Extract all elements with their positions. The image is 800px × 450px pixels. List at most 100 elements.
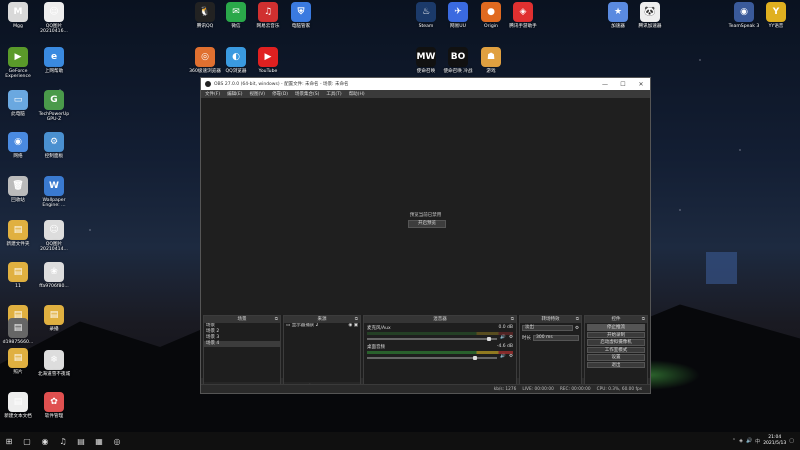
- eye-icon[interactable]: ◉: [348, 323, 352, 328]
- desktop-icon[interactable]: 🗑 回收站: [0, 176, 36, 203]
- desktop-icon[interactable]: ☗ 游戏: [473, 47, 509, 74]
- enable-preview-button[interactable]: 开启预览: [408, 220, 446, 228]
- clock[interactable]: 21:04 2021/5/13: [763, 435, 786, 447]
- desktop-icon[interactable]: ☺ QQ图片20210416...: [36, 2, 72, 34]
- taskbar-app-icon[interactable]: ♫: [54, 434, 72, 448]
- desktop-icon[interactable]: MW 使命召唤: [408, 47, 444, 74]
- desktop-icon[interactable]: ♨ Steam: [408, 2, 444, 29]
- desktop-icon-label: 微信: [231, 24, 241, 29]
- speaker-icon[interactable]: 🔊: [500, 335, 506, 340]
- mixer-title: 混音器: [433, 317, 447, 322]
- settings-button[interactable]: 设置: [587, 354, 645, 361]
- menu-tools[interactable]: 工具(T): [326, 91, 341, 97]
- gear-icon[interactable]: ⚙: [509, 354, 513, 359]
- volume-icon[interactable]: 🔊: [746, 438, 752, 444]
- app-icon: 🗑: [8, 176, 28, 196]
- desktop-icon-label: TechPowerUp GPU-Z: [38, 112, 70, 122]
- desktop-icon[interactable]: G TechPowerUp GPU-Z: [36, 90, 72, 122]
- source-item[interactable]: ▭ 显示器捕获 2 ◉ ▣: [284, 323, 360, 329]
- desktop-icon-label: 回收站: [11, 198, 25, 203]
- desktop-icon-label: YouTube: [258, 69, 278, 74]
- tray-chevron-icon[interactable]: ⌃: [732, 438, 736, 444]
- taskbar-app-icon[interactable]: ◎: [108, 434, 126, 448]
- desktop-icon[interactable]: ◐ QQ浏览器: [218, 47, 254, 74]
- desktop-icon[interactable]: ✈ 网易UU: [440, 2, 476, 29]
- desktop-icon[interactable]: ♫ 网易云音乐: [250, 2, 286, 29]
- desktop-icon[interactable]: ☺ QQ图片20210414...: [36, 220, 72, 252]
- desktop-icon-label: 加速器: [611, 24, 625, 29]
- dock-float-icon[interactable]: ⧉: [355, 316, 358, 323]
- dock-float-icon[interactable]: ⧉: [642, 316, 645, 323]
- exit-button[interactable]: 退出: [587, 361, 645, 368]
- desktop-icon[interactable]: ⚙ 控制面板: [36, 132, 72, 159]
- scene-item-selected[interactable]: 场景 4: [204, 341, 280, 347]
- desktop-icon[interactable]: ▤ 录播: [36, 305, 72, 332]
- volume-slider[interactable]: [367, 336, 498, 341]
- taskbar-app-icon[interactable]: ▦: [90, 434, 108, 448]
- desktop-icon[interactable]: ★ 加速器: [600, 2, 636, 29]
- desktop-icon[interactable]: e 上网帮助: [36, 47, 72, 74]
- menu-view[interactable]: 视图(V): [249, 91, 265, 97]
- desktop-icon[interactable]: ◉ TeamSpeak 3: [726, 2, 762, 29]
- notification-icon[interactable]: ▢: [789, 438, 794, 444]
- start-recording-button[interactable]: 开始录制: [587, 331, 645, 338]
- taskbar-app-icon[interactable]: ▤: [72, 434, 90, 448]
- network-icon[interactable]: ◈: [739, 438, 743, 444]
- maximize-button[interactable]: ☐: [614, 81, 632, 88]
- stop-stream-button[interactable]: 停止推流: [587, 324, 645, 331]
- menu-scene-collection[interactable]: 场景集合(S): [295, 91, 319, 97]
- gear-icon[interactable]: ⚙: [509, 335, 513, 340]
- desktop-icon[interactable]: ● Origin: [473, 2, 509, 29]
- minimize-button[interactable]: —: [596, 81, 614, 88]
- desktop-icon[interactable]: ▤ 11: [0, 262, 36, 289]
- close-button[interactable]: ✕: [632, 81, 650, 88]
- lock-icon[interactable]: ▣: [354, 323, 358, 328]
- transition-select[interactable]: 淡出: [522, 325, 573, 331]
- menu-help[interactable]: 帮助(H): [349, 91, 365, 97]
- obs-titlebar[interactable]: OBS 27.0.0 (64-bit, windows) - 配置文件: 未命名…: [201, 78, 650, 90]
- app-icon: ◎: [195, 47, 215, 67]
- desktop-icon[interactable]: ▤ 新建文件夹: [0, 220, 36, 247]
- speaker-icon[interactable]: 🔊: [500, 354, 506, 359]
- start-button[interactable]: ⊞: [0, 434, 18, 448]
- desktop-icon[interactable]: ◉ 网络: [0, 132, 36, 159]
- volume-slider[interactable]: [367, 355, 498, 360]
- desktop-icon[interactable]: Y YY语音: [758, 2, 794, 29]
- taskbar-app-icon[interactable]: ◉: [36, 434, 54, 448]
- status-cpu: CPU: 0.3%, 60.00 fps: [596, 386, 642, 392]
- desktop-icon[interactable]: BO 使命召唤 冷战: [440, 47, 476, 74]
- desktop-icon[interactable]: M Mgg: [0, 2, 36, 29]
- desktop-icon[interactable]: ▤ d19875660...: [0, 318, 36, 345]
- app-icon: ⛨: [291, 2, 311, 22]
- studio-mode-button[interactable]: 工作室模式: [587, 346, 645, 353]
- desktop-icon[interactable]: ❄ 北海道雪不夜城: [36, 350, 72, 377]
- menu-file[interactable]: 文件(F): [205, 91, 220, 97]
- menu-dock[interactable]: 停靠(D): [272, 91, 288, 97]
- dock-float-icon[interactable]: ⧉: [275, 316, 278, 323]
- taskbar-app-icon[interactable]: ▢: [18, 434, 36, 448]
- ime-icon[interactable]: 中: [755, 438, 760, 445]
- docks-area: 场景⧉ 场景 场景 2 场景 3 场景 4 + − ⌃ ⌄ 来源⧉ ▭ 显示器捕…: [203, 315, 648, 393]
- desktop-icon[interactable]: ▭ 此电脑: [0, 90, 36, 117]
- desktop-icon[interactable]: ▤ 新建文本文档: [0, 392, 36, 419]
- desktop-icon[interactable]: W Wallpaper Engine: ...: [36, 176, 72, 208]
- desktop-icon[interactable]: ▶ GeForce Experience: [0, 47, 36, 79]
- menu-edit[interactable]: 编辑(E): [227, 91, 242, 97]
- desktop-icon[interactable]: ▶ YouTube: [250, 47, 286, 74]
- desktop-icon[interactable]: 🐼 腾讯加速器: [632, 2, 668, 29]
- desktop-icon[interactable]: ✿ 软件管理: [36, 392, 72, 419]
- desktop-icon[interactable]: ▤ 照片: [0, 348, 36, 375]
- desktop-icon-label: 此电脑: [11, 112, 25, 117]
- obs-window: OBS 27.0.0 (64-bit, windows) - 配置文件: 未命名…: [200, 77, 651, 394]
- dock-float-icon[interactable]: ⧉: [576, 316, 579, 323]
- desktop-icon[interactable]: ⛨ 电脑管家: [283, 2, 319, 29]
- mixer-track: 麦克风/Aux 0.0 dB 🔊 ⚙: [364, 323, 516, 342]
- duration-input[interactable]: 300 ms: [533, 335, 579, 341]
- gear-icon[interactable]: ⚙: [575, 326, 579, 331]
- desktop-icon[interactable]: ❀ ffa9706f80...: [36, 262, 72, 289]
- dock-float-icon[interactable]: ⧉: [511, 316, 514, 323]
- desktop-icon-label: 使命召唤: [416, 69, 436, 74]
- desktop-icon[interactable]: ✉ 微信: [218, 2, 254, 29]
- virtual-camera-button[interactable]: 启动虚拟摄像机: [587, 339, 645, 346]
- desktop-icon[interactable]: ◈ 腾讯手游助手: [505, 2, 541, 29]
